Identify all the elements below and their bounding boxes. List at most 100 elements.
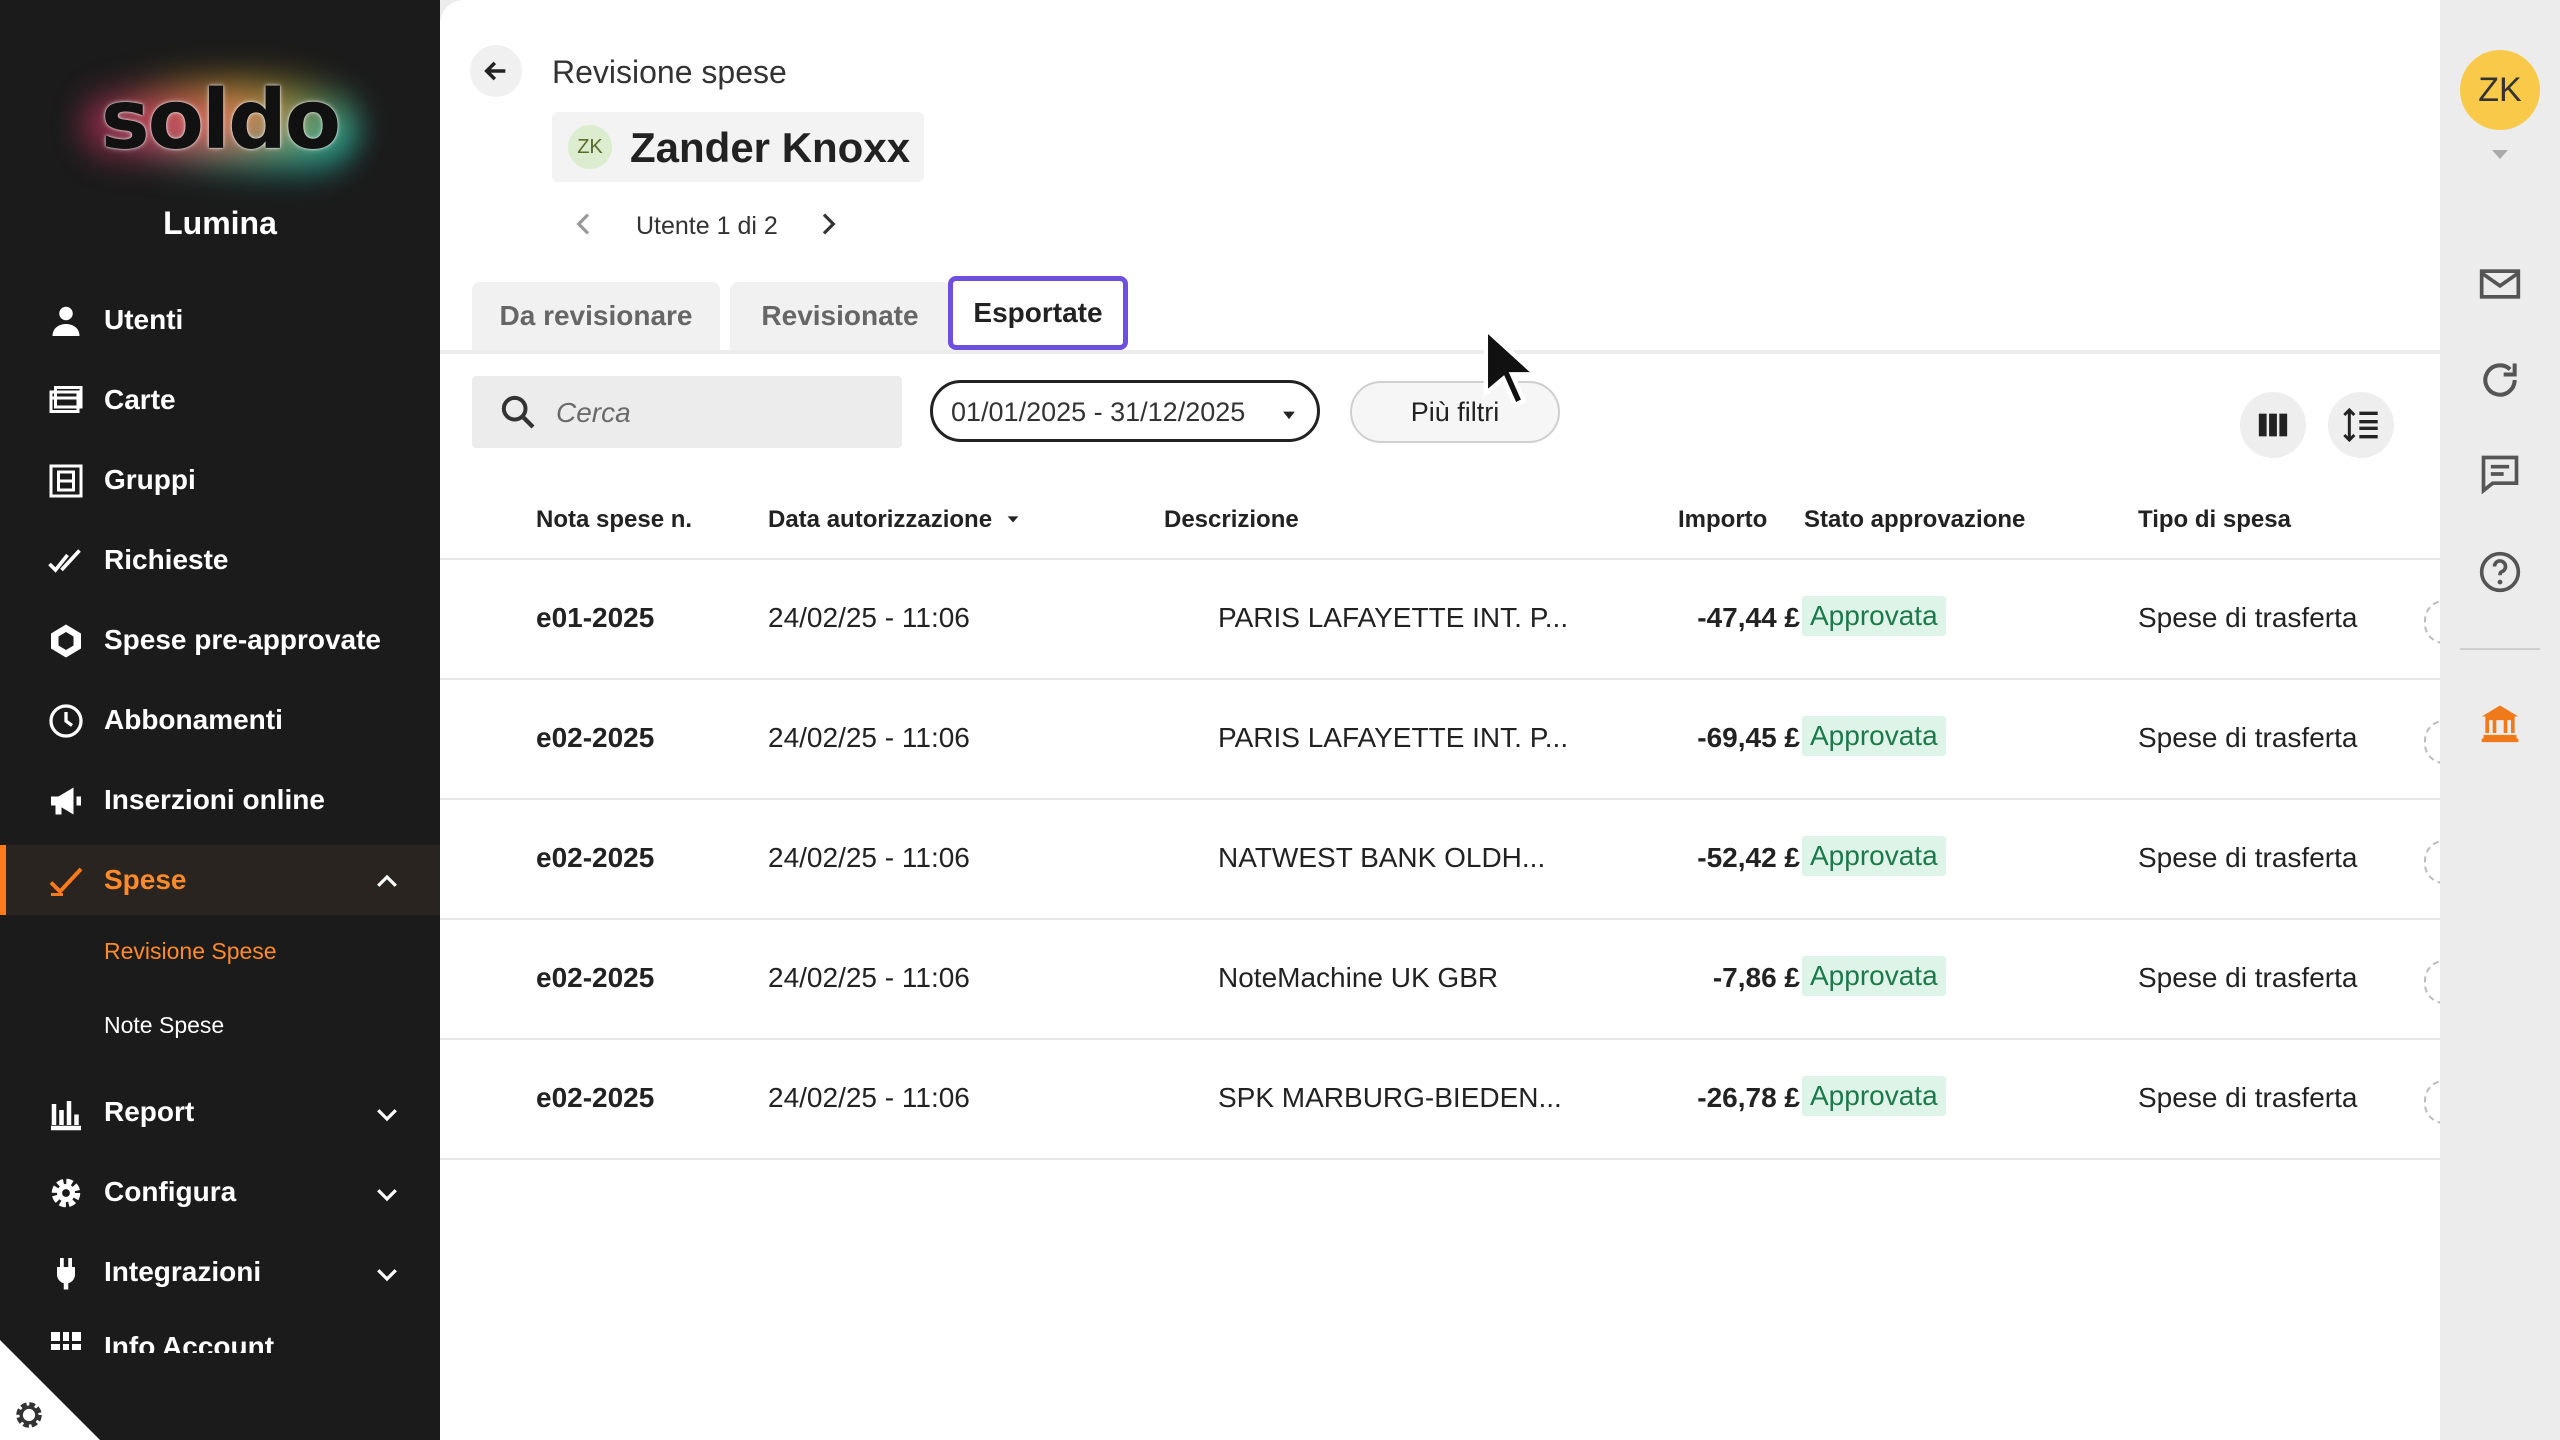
cell-data: 24/02/25 - 11:06 [768, 962, 970, 993]
sidebar-item-spese-pre-approvate[interactable]: Spese pre-approvate [0, 605, 440, 675]
sidebar-item-label: Spese [104, 864, 187, 895]
bank-icon[interactable] [2478, 700, 2522, 744]
sidebar-item-label: Integrazioni [104, 1256, 262, 1287]
tab-revisionate[interactable]: Revisionate [730, 282, 950, 350]
sidebar-item-gruppi[interactable]: Gruppi [0, 445, 440, 515]
status-badge: Approvata [1802, 716, 1946, 756]
column-header-tipo-di-spesa[interactable]: Tipo di spesa [2138, 506, 2291, 534]
cell-nota-spese: e02-2025 [536, 842, 655, 873]
row-density-button[interactable] [2328, 392, 2394, 458]
chevron-right-icon[interactable] [812, 208, 844, 240]
cell-descrizione: PARIS LAFAYETTE INT. P... [1218, 602, 1569, 633]
cell-descrizione: NATWEST BANK OLDH... [1218, 842, 1546, 873]
table-row[interactable]: e02-2025 24/02/25 - 11:06 SPK MARBURG-BI… [440, 1038, 2440, 1160]
status-badge: Approvata [1802, 1076, 1946, 1116]
tabs-divider [440, 350, 2440, 354]
date-range-value: 01/01/2025 - 31/12/2025 [951, 397, 1246, 427]
column-header-importo[interactable]: Importo [1678, 506, 1767, 534]
table-row[interactable]: e02-2025 24/02/25 - 11:06 PARIS LAFAYETT… [440, 678, 2440, 800]
cell-tipo-spesa: Spese di trasferta [2138, 1082, 2358, 1113]
avatar: ZK [568, 125, 612, 169]
row-action-icon[interactable] [2424, 600, 2440, 644]
cell-nota-spese: e02-2025 [536, 962, 655, 993]
chat-icon[interactable] [2478, 452, 2522, 496]
cell-tipo-spesa: Spese di trasferta [2138, 602, 2358, 633]
settings-corner[interactable] [0, 1340, 100, 1440]
status-badge: Approvata [1802, 956, 1946, 996]
gear-icon [51, 1178, 81, 1208]
mouse-pointer-icon [1483, 324, 1542, 408]
cell-descrizione: NoteMachine UK GBR [1218, 962, 1499, 993]
refresh-icon[interactable] [2478, 358, 2522, 402]
double-check-icon [48, 549, 81, 573]
sidebar-item-label: Info Account [104, 1331, 275, 1353]
row-action-icon[interactable] [2424, 1080, 2440, 1124]
sidebar-subitem-revisione-spese[interactable]: Revisione Spese [104, 938, 277, 965]
cell-data: 24/02/25 - 11:06 [768, 722, 970, 753]
cell-nota-spese: e02-2025 [536, 722, 655, 753]
table-row[interactable]: e02-2025 24/02/25 - 11:06 NATWEST BANK O… [440, 798, 2440, 920]
column-header-nota-spese[interactable]: Nota spese n. [536, 506, 692, 534]
sidebar-item-carte[interactable]: Carte [0, 365, 440, 435]
hexagon-icon [51, 624, 81, 658]
row-action-icon[interactable] [2424, 720, 2440, 764]
sidebar-item-report[interactable]: Report [0, 1077, 440, 1147]
table-row[interactable]: e01-2025 24/02/25 - 11:06 PARIS LAFAYETT… [440, 558, 2440, 680]
search-box[interactable] [472, 376, 902, 448]
sidebar-item-inserzioni-online[interactable]: Inserzioni online [0, 765, 440, 835]
card-icon [49, 386, 83, 413]
row-action-icon[interactable] [2424, 840, 2440, 884]
clock-icon [49, 704, 83, 738]
sidebar-item-label: Utenti [104, 304, 184, 335]
date-range-picker[interactable]: 01/01/2025 - 31/12/2025 [930, 380, 1320, 442]
back-button[interactable] [470, 45, 522, 97]
columns-button[interactable] [2240, 392, 2306, 458]
user-pager-label: Utente 1 di 2 [636, 212, 778, 240]
chevron-down-icon[interactable] [372, 1179, 402, 1209]
tab-esportate[interactable]: Esportate [948, 276, 1128, 350]
column-header-label: Data autorizzazione [768, 506, 993, 533]
sidebar-item-integrazioni[interactable]: Integrazioni [0, 1237, 440, 1307]
row-action-icon[interactable] [2424, 960, 2440, 1004]
column-header-stato-approvazione[interactable]: Stato approvazione [1804, 506, 2025, 534]
sidebar-item-label: Inserzioni online [104, 784, 325, 815]
caret-down-icon[interactable] [2488, 146, 2512, 162]
group-icon [49, 464, 83, 498]
logo-wordmark: soldo [100, 72, 341, 168]
cell-nota-spese: e02-2025 [536, 1082, 655, 1113]
cell-descrizione: SPK MARBURG-BIEDEN... [1218, 1082, 1562, 1113]
page-title: Revisione spese [552, 54, 787, 90]
table-row[interactable]: e02-2025 24/02/25 - 11:06 NoteMachine UK… [440, 918, 2440, 1040]
sidebar-subitem-note-spese[interactable]: Note Spese [104, 1012, 224, 1039]
column-header-data-autorizzazione[interactable]: Data autorizzazione [768, 506, 1021, 534]
sort-down-icon [1007, 516, 1019, 523]
sidebar-item-richieste[interactable]: Richieste [0, 525, 440, 595]
sidebar-item-spese[interactable]: Spese [0, 845, 440, 915]
chevron-down-icon[interactable] [372, 1099, 402, 1129]
sidebar-item-abbonamenti[interactable]: Abbonamenti [0, 685, 440, 755]
chevron-left-icon[interactable] [568, 208, 600, 240]
sidebar-item-configura[interactable]: Configura [0, 1157, 440, 1227]
column-header-descrizione[interactable]: Descrizione [1164, 506, 1299, 534]
sidebar: soldo Lumina Utenti Carte Gruppi Richies… [0, 0, 440, 1440]
sidebar-item-info-account[interactable]: Info Account [0, 1317, 440, 1353]
line-spacing-icon [2343, 407, 2378, 443]
soldo-logo[interactable]: soldo [0, 50, 440, 190]
tab-da-revisionare[interactable]: Da revisionare [472, 282, 720, 350]
rail-divider [2460, 648, 2540, 650]
megaphone-icon [51, 787, 81, 815]
status-badge: Approvata [1802, 836, 1946, 876]
chevron-up-icon[interactable] [372, 867, 402, 897]
chevron-down-icon[interactable] [372, 1259, 402, 1289]
table-bottom-border [440, 1158, 2440, 1160]
gear-icon[interactable] [12, 1398, 46, 1432]
search-input[interactable] [554, 390, 888, 436]
bar-chart-icon [51, 1101, 81, 1131]
help-icon[interactable] [2478, 550, 2522, 594]
sidebar-item-label: Richieste [104, 544, 229, 575]
mail-icon[interactable] [2478, 262, 2522, 306]
sidebar-item-label: Spese pre-approvate [104, 624, 381, 655]
user-chip: ZK Zander Knoxx [552, 112, 924, 182]
sidebar-item-utenti[interactable]: Utenti [0, 285, 440, 355]
avatar[interactable]: ZK [2460, 50, 2540, 130]
